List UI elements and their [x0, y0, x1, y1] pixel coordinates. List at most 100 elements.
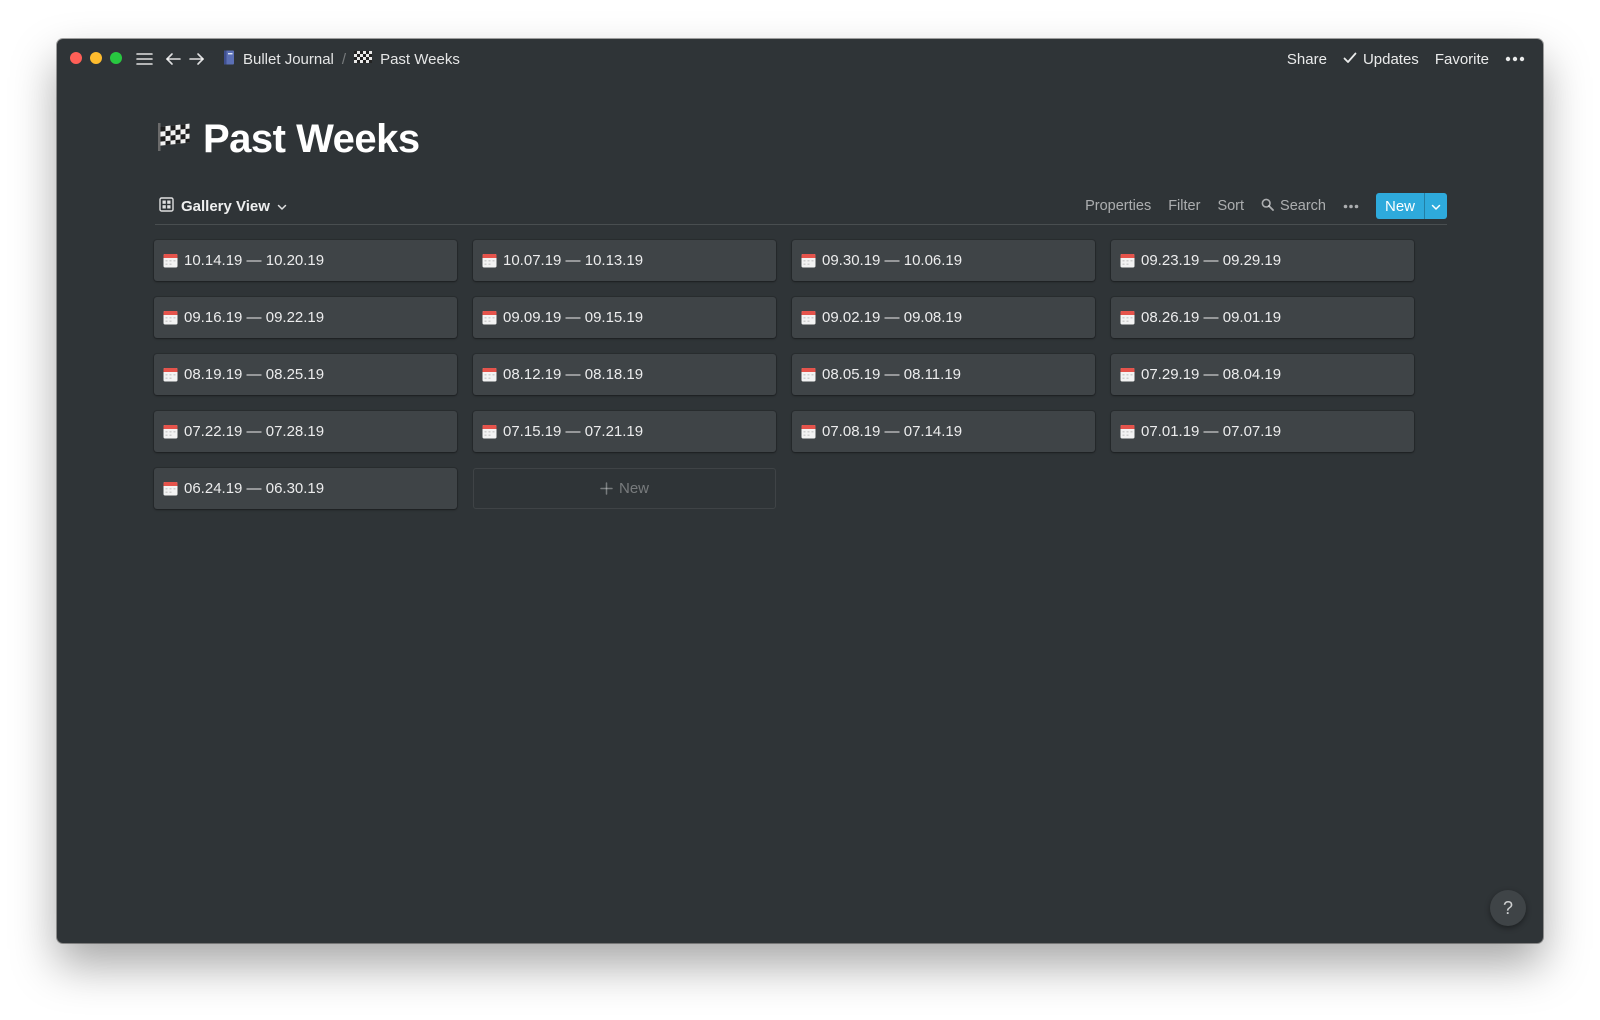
question-mark-icon: ? [1502, 897, 1513, 918]
gallery-card[interactable]: 09.23.19 — 09.29.19 [1111, 240, 1414, 281]
checkered-flag-icon [354, 50, 373, 68]
gallery-card[interactable]: 07.29.19 — 08.04.19 [1111, 354, 1414, 395]
breadcrumb-label: Past Weeks [380, 50, 460, 68]
gallery-card[interactable]: 08.12.19 — 08.18.19 [473, 354, 776, 395]
gallery-card-title: 10.14.19 — 10.20.19 [184, 252, 325, 269]
gallery-card-title: 06.24.19 — 06.30.19 [184, 480, 325, 497]
search-button[interactable]: Search [1261, 198, 1326, 215]
favorite-button[interactable]: Favorite [1435, 51, 1489, 68]
filter-label: Filter [1168, 198, 1201, 214]
view-label: Gallery View [181, 197, 270, 215]
gallery-card[interactable]: 09.16.19 — 09.22.19 [154, 297, 457, 338]
new-card-button[interactable]: New [473, 468, 776, 509]
minimize-window-button[interactable] [90, 52, 102, 64]
gallery-card[interactable]: 08.19.19 — 08.25.19 [154, 354, 457, 395]
gallery-card[interactable]: 07.01.19 — 07.07.19 [1111, 411, 1414, 452]
gallery-card[interactable]: 09.02.19 — 09.08.19 [792, 297, 1095, 338]
gallery-card[interactable]: 08.26.19 — 09.01.19 [1111, 297, 1414, 338]
share-button[interactable]: Share [1287, 51, 1327, 68]
updates-button[interactable]: Updates [1343, 51, 1419, 68]
gallery-card[interactable]: 07.15.19 — 07.21.19 [473, 411, 776, 452]
gallery-card-title: 07.22.19 — 07.28.19 [184, 423, 325, 440]
calendar-icon [163, 424, 178, 439]
share-label: Share [1286, 50, 1327, 68]
sort-button[interactable]: Sort [1217, 198, 1244, 214]
calendar-icon [1120, 424, 1135, 439]
database-view-bar: Gallery View Properties Filter Sort Sear… [155, 188, 1447, 225]
gallery-card-title: 07.08.19 — 07.14.19 [822, 423, 963, 440]
plus-icon [600, 482, 613, 495]
app-window: Bullet Journal / Past Weeks Share Update… [57, 39, 1543, 943]
calendar-icon [1120, 367, 1135, 382]
gallery-card[interactable]: 07.08.19 — 07.14.19 [792, 411, 1095, 452]
calendar-icon [482, 253, 497, 268]
new-record-button[interactable]: New [1376, 193, 1424, 219]
gallery-card-title: 09.16.19 — 09.22.19 [184, 309, 325, 326]
calendar-icon [482, 424, 497, 439]
calendar-icon [801, 310, 816, 325]
gallery-card-title: 08.26.19 — 09.01.19 [1141, 309, 1282, 326]
breadcrumb-separator: / [341, 50, 347, 68]
help-button[interactable]: ? [1490, 890, 1526, 926]
gallery-card[interactable]: 10.07.19 — 10.13.19 [473, 240, 776, 281]
gallery-card-title: 07.01.19 — 07.07.19 [1141, 423, 1282, 440]
view-switcher-button[interactable]: Gallery View [155, 196, 287, 216]
gallery-card-title: 08.05.19 — 08.11.19 [822, 366, 961, 383]
more-options-icon[interactable] [1505, 56, 1525, 62]
favorite-label: Favorite [1434, 50, 1489, 68]
gallery-card[interactable]: 06.24.19 — 06.30.19 [154, 468, 457, 509]
calendar-icon [1120, 253, 1135, 268]
calendar-icon [801, 424, 816, 439]
gallery-card-title: 07.15.19 — 07.21.19 [503, 423, 644, 440]
page-header: Past Weeks [157, 117, 420, 162]
gallery-card[interactable]: 08.05.19 — 08.11.19 [792, 354, 1095, 395]
gallery-grid-icon [159, 196, 174, 216]
breadcrumb-item-bullet-journal[interactable]: Bullet Journal [219, 50, 338, 69]
calendar-icon [801, 367, 816, 382]
chevron-down-icon [277, 198, 287, 215]
search-icon [1261, 198, 1274, 215]
page-title[interactable]: Past Weeks [203, 117, 420, 162]
gallery-card[interactable]: 07.22.19 — 07.28.19 [154, 411, 457, 452]
sidebar-toggle-icon[interactable] [134, 48, 154, 70]
gallery-card-title: 09.09.19 — 09.15.19 [503, 309, 644, 326]
maximize-window-button[interactable] [110, 52, 122, 64]
calendar-icon [163, 310, 178, 325]
chevron-down-icon [1431, 198, 1441, 215]
view-more-icon[interactable] [1343, 204, 1359, 209]
new-record-button-group: New [1375, 193, 1447, 219]
gallery-card[interactable]: 09.09.19 — 09.15.19 [473, 297, 776, 338]
properties-button[interactable]: Properties [1085, 198, 1151, 214]
breadcrumb: Bullet Journal / Past Weeks [219, 39, 464, 79]
breadcrumb-item-past-weeks[interactable]: Past Weeks [350, 50, 464, 68]
sort-label: Sort [1217, 198, 1245, 214]
forward-arrow-icon[interactable] [187, 48, 207, 70]
breadcrumb-label: Bullet Journal [243, 50, 334, 68]
calendar-icon [1120, 310, 1135, 325]
gallery-card[interactable]: 09.30.19 — 10.06.19 [792, 240, 1095, 281]
calendar-icon [482, 310, 497, 325]
gallery-card-title: 08.19.19 — 08.25.19 [184, 366, 325, 383]
gallery-card-title: 10.07.19 — 10.13.19 [503, 252, 644, 269]
titlebar-actions: Share Updates Favorite [1287, 39, 1525, 79]
calendar-icon [482, 367, 497, 382]
properties-label: Properties [1085, 198, 1152, 214]
calendar-icon [163, 253, 178, 268]
gallery-card[interactable]: 10.14.19 — 10.20.19 [154, 240, 457, 281]
back-arrow-icon[interactable] [163, 48, 183, 70]
updates-label: Updates [1362, 50, 1419, 68]
filter-button[interactable]: Filter [1168, 198, 1200, 214]
search-label: Search [1280, 198, 1326, 214]
checkmark-icon [1343, 51, 1357, 68]
gallery-card-title: 09.02.19 — 09.08.19 [822, 309, 963, 326]
calendar-icon [163, 481, 178, 496]
gallery-card-title: 09.30.19 — 10.06.19 [822, 252, 963, 269]
notebook-icon [223, 50, 235, 69]
checkered-flag-icon[interactable] [157, 117, 191, 162]
view-actions: Properties Filter Sort Search New [1085, 193, 1447, 219]
close-window-button[interactable] [70, 52, 82, 64]
new-record-dropdown-button[interactable] [1424, 193, 1447, 219]
gallery-card-title: 09.23.19 — 09.29.19 [1141, 252, 1282, 269]
gallery-card-title: 07.29.19 — 08.04.19 [1141, 366, 1282, 383]
gallery-grid: 10.14.19 — 10.20.19 10.07.19 — 10.13.19 09… [154, 240, 1416, 509]
